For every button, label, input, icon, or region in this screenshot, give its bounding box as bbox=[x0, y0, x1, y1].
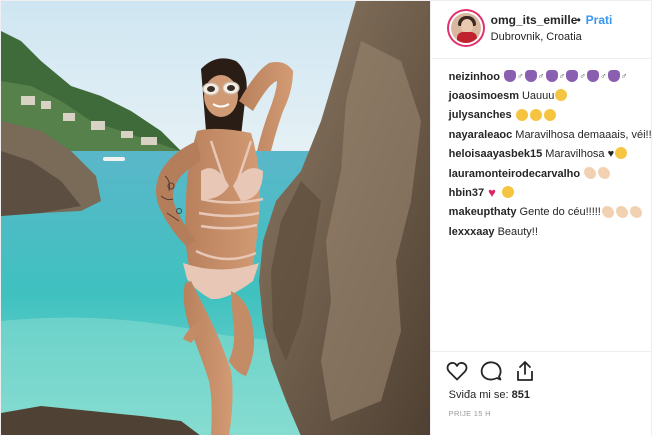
comment-username[interactable]: hbin37 bbox=[449, 187, 484, 199]
comment-text: Gente do céu!!!!! bbox=[519, 206, 601, 219]
heart-emoji-icon bbox=[488, 183, 500, 202]
likes-count[interactable]: Sviđa mi se: 851 bbox=[449, 389, 530, 401]
post-header: omg_its_emille • Prati Dubrovnik, Croati… bbox=[430, 1, 652, 59]
follow-button[interactable]: Prati bbox=[586, 13, 613, 27]
comment-row: nayaraleaoc Maravilhosa demaaais, véi!!! bbox=[449, 126, 652, 145]
comment-text: Maravilhosa ♥ bbox=[545, 148, 615, 161]
comment-row: joaosimoesm Uauuu bbox=[449, 87, 649, 106]
comment-row: lexxxaay Beauty!! bbox=[449, 223, 649, 242]
male-sign-icon: ♂ bbox=[579, 71, 586, 81]
comment-bubble-icon[interactable] bbox=[479, 359, 503, 383]
post-photo-illustration bbox=[1, 1, 430, 435]
comment-row: julysanches bbox=[449, 106, 649, 125]
post-timestamp[interactable]: PRIJE 15 H bbox=[449, 409, 491, 418]
avatar[interactable] bbox=[446, 9, 485, 47]
post-side-panel: omg_its_emille • Prati Dubrovnik, Croati… bbox=[429, 1, 652, 435]
smiley-emoji-icon bbox=[615, 147, 628, 160]
smiley-emoji-icon bbox=[543, 108, 556, 121]
clap-emoji-icon bbox=[615, 205, 628, 218]
comment-username[interactable]: julysanches bbox=[449, 109, 512, 121]
post-username[interactable]: omg_its_emille bbox=[491, 13, 578, 27]
clap-emoji-icon bbox=[584, 166, 597, 179]
male-sign-icon: ♂ bbox=[537, 71, 545, 81]
purple-emoji-icon bbox=[566, 69, 579, 82]
comment-text: Maravilhosa demaaais, véi!!! bbox=[515, 128, 652, 141]
smiley-emoji-icon bbox=[529, 108, 542, 121]
comment-row: makeupthaty Gente do céu!!!!! bbox=[449, 203, 649, 222]
male-sign-icon: ♂ bbox=[620, 71, 628, 81]
clap-emoji-icon bbox=[629, 205, 642, 218]
comment-row: hbin37 bbox=[449, 183, 649, 203]
comment-row: lauramonteirodecarvalho bbox=[449, 165, 649, 184]
clap-emoji-icon bbox=[601, 205, 614, 218]
likes-label: Sviđa mi se: bbox=[448, 389, 509, 401]
comment-text: Beauty!! bbox=[497, 225, 538, 238]
post-photo[interactable] bbox=[1, 1, 430, 435]
male-sign-icon: ♂ bbox=[517, 71, 524, 81]
post-location[interactable]: Dubrovnik, Croatia bbox=[491, 31, 582, 43]
divider bbox=[430, 351, 652, 352]
heart-outline-icon[interactable] bbox=[445, 359, 469, 383]
male-sign-icon: ♂ bbox=[558, 71, 566, 81]
comment-username[interactable]: makeupthaty bbox=[449, 206, 517, 218]
male-sign-icon: ♂ bbox=[600, 71, 607, 81]
share-upload-icon[interactable] bbox=[513, 359, 537, 383]
smiley-emoji-icon bbox=[515, 108, 528, 121]
purple-emoji-icon bbox=[545, 69, 558, 82]
comment-text: Uauuu bbox=[521, 90, 555, 103]
purple-emoji-icon bbox=[607, 69, 620, 82]
likes-number: 851 bbox=[511, 389, 531, 401]
separator-dot: • bbox=[576, 13, 581, 27]
comment-username[interactable]: neizinhoo bbox=[449, 71, 500, 83]
comment-username[interactable]: heloisaayasbek15 bbox=[449, 148, 543, 160]
smiley-emoji-icon bbox=[502, 186, 515, 199]
comment-username[interactable]: lexxxaay bbox=[449, 226, 495, 238]
instagram-post: omg_its_emille • Prati Dubrovnik, Croati… bbox=[0, 0, 652, 435]
comment-row: neizinhoo ♂ ♂ ♂ ♂ ♂ ♂ bbox=[449, 67, 649, 87]
comments-list: neizinhoo ♂ ♂ ♂ ♂ ♂ ♂ joaosimoesm Uauuu julysanch… bbox=[449, 67, 652, 242]
comment-username[interactable]: joaosimoesm bbox=[449, 90, 519, 102]
comment-username[interactable]: nayaraleaoc bbox=[449, 129, 513, 141]
comment-row: heloisaayasbek15 Maravilhosa ♥ bbox=[449, 145, 649, 164]
clap-emoji-icon bbox=[598, 166, 611, 179]
purple-emoji-icon bbox=[587, 69, 599, 82]
purple-emoji-icon bbox=[504, 69, 516, 82]
purple-emoji-icon bbox=[524, 69, 537, 82]
avatar-image bbox=[450, 13, 481, 43]
comment-username[interactable]: lauramonteirodecarvalho bbox=[449, 168, 580, 180]
smiley-emoji-icon bbox=[555, 89, 568, 102]
